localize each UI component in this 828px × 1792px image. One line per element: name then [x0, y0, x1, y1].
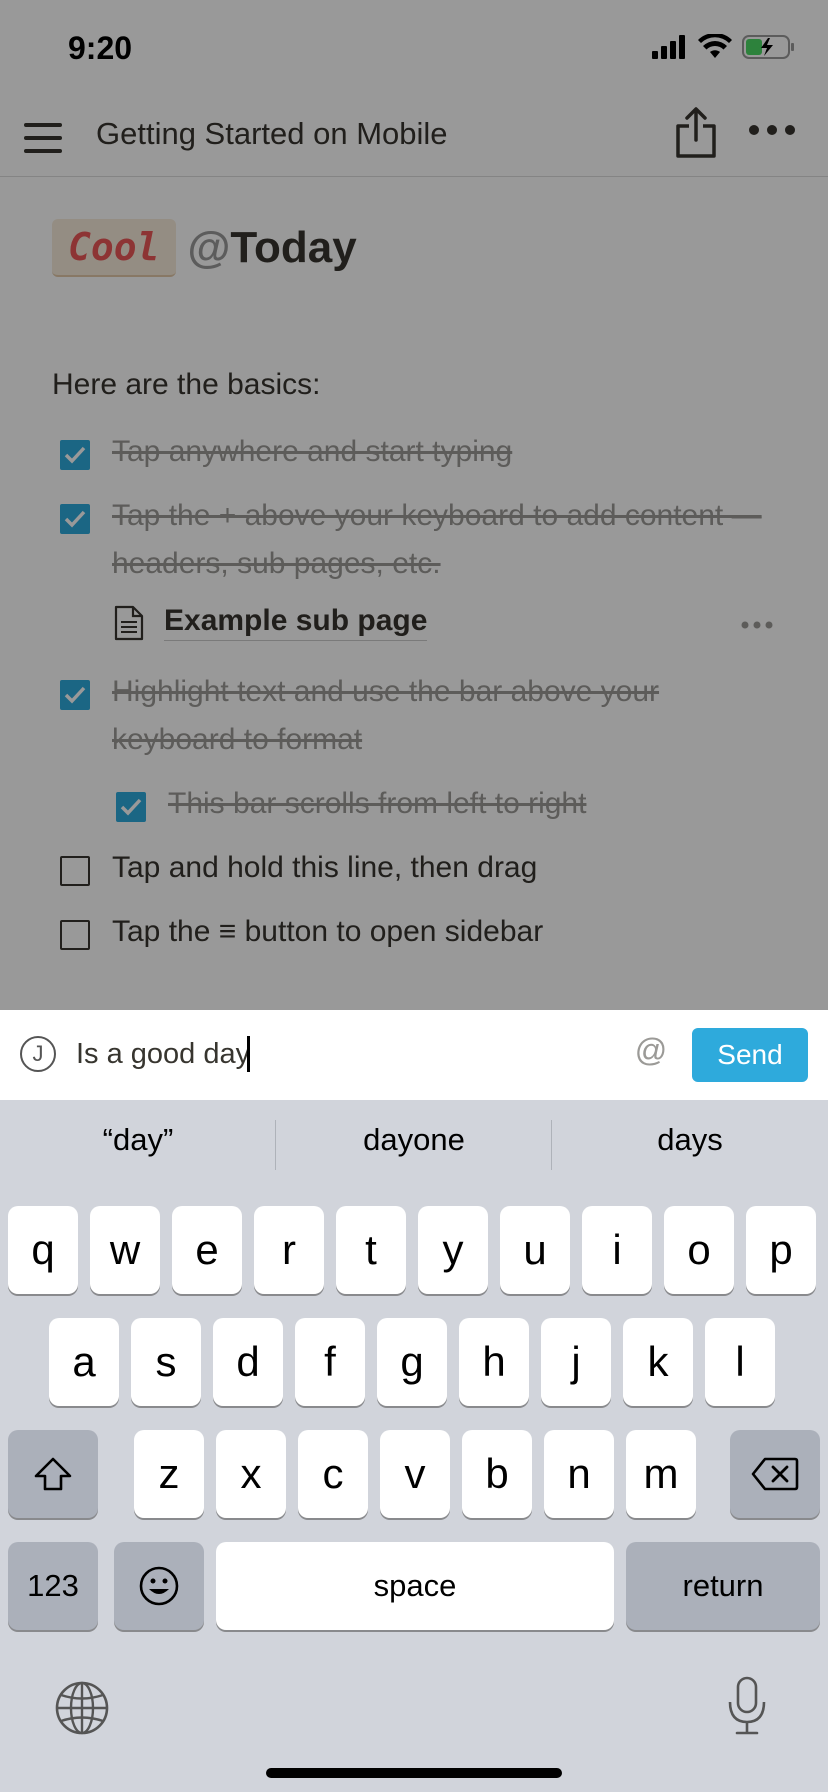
suggestion[interactable]: days: [552, 1122, 828, 1158]
more-icon[interactable]: [740, 620, 774, 630]
sub-page-label: Example sub page: [164, 604, 428, 641]
checkbox-check-icon: [120, 798, 142, 816]
todo-text: Tap the + above your keyboard to add con…: [112, 499, 762, 580]
key-f[interactable]: f: [295, 1318, 365, 1406]
todo-item[interactable]: This bar scrolls from left to right: [116, 787, 796, 828]
checkbox[interactable]: [60, 504, 90, 534]
key-d[interactable]: d: [213, 1318, 283, 1406]
checkbox[interactable]: [60, 920, 90, 950]
send-button[interactable]: Send: [692, 1028, 808, 1082]
date-mention[interactable]: @Today: [188, 223, 357, 273]
intro-text: Here are the basics:: [52, 368, 321, 401]
todo-item[interactable]: Tap and hold this line, then drag: [60, 851, 780, 892]
sub-page-link[interactable]: Example sub page: [114, 604, 774, 641]
todo-item[interactable]: Tap the ≡ button to open sidebar: [60, 915, 780, 956]
mention-button[interactable]: @: [634, 1032, 668, 1069]
key-r[interactable]: r: [254, 1206, 324, 1294]
keyboard: “day” dayone days q w e r t y u i o p a …: [0, 1100, 828, 1792]
page-icon: [114, 605, 144, 640]
suggestion[interactable]: “day”: [0, 1122, 276, 1158]
page-title[interactable]: Cool @Today: [52, 216, 357, 280]
todo-item[interactable]: Tap anywhere and start typing: [60, 435, 780, 476]
shift-key[interactable]: [8, 1430, 98, 1518]
todo-text: Tap anywhere and start typing: [112, 435, 513, 468]
avatar: J: [20, 1036, 56, 1072]
emoji-icon: [139, 1566, 179, 1606]
hamburger-glyph: ≡: [218, 915, 237, 948]
checkbox-check-icon: [64, 446, 86, 464]
status-bar: 9:20: [0, 0, 828, 100]
shift-icon: [34, 1457, 72, 1491]
globe-icon[interactable]: [54, 1680, 110, 1736]
key-m[interactable]: m: [626, 1430, 696, 1518]
suggestion[interactable]: dayone: [276, 1122, 552, 1158]
todo-text: This bar scrolls from left to right: [168, 787, 587, 820]
key-t[interactable]: t: [336, 1206, 406, 1294]
more-icon[interactable]: [748, 118, 796, 142]
space-key[interactable]: space: [216, 1542, 614, 1630]
comment-bar: J @ Send: [0, 1010, 828, 1100]
battery-icon: [742, 35, 794, 59]
todo-text: Tap and hold this line, then drag: [112, 851, 538, 884]
return-key[interactable]: return: [626, 1542, 820, 1630]
key-a[interactable]: a: [49, 1318, 119, 1406]
wifi-icon: [698, 34, 732, 58]
todo-text: Highlight text and use the bar above you…: [112, 675, 660, 756]
key-i[interactable]: i: [582, 1206, 652, 1294]
microphone-icon[interactable]: [726, 1676, 768, 1736]
key-z[interactable]: z: [134, 1430, 204, 1518]
key-j[interactable]: j: [541, 1318, 611, 1406]
key-n[interactable]: n: [544, 1430, 614, 1518]
key-w[interactable]: w: [90, 1206, 160, 1294]
status-time: 9:20: [68, 30, 133, 66]
backspace-icon: [751, 1457, 799, 1491]
numbers-key[interactable]: 123: [8, 1542, 98, 1630]
key-p[interactable]: p: [746, 1206, 816, 1294]
key-h[interactable]: h: [459, 1318, 529, 1406]
checkbox-check-icon: [64, 510, 86, 528]
comment-input[interactable]: [72, 1030, 620, 1078]
checkbox[interactable]: [116, 792, 146, 822]
key-e[interactable]: e: [172, 1206, 242, 1294]
emoji-key[interactable]: [114, 1542, 204, 1630]
checkbox[interactable]: [60, 856, 90, 886]
backspace-key[interactable]: [730, 1430, 820, 1518]
suggestion-bar: “day” dayone days: [0, 1100, 828, 1200]
page-title-nav: Getting Started on Mobile: [96, 116, 448, 151]
key-b[interactable]: b: [462, 1430, 532, 1518]
nav-bar: Getting Started on Mobile: [0, 100, 828, 177]
checkbox[interactable]: [60, 680, 90, 710]
share-icon[interactable]: [674, 106, 718, 158]
todo-item[interactable]: Tap the + above your keyboard to add con…: [60, 499, 780, 588]
text-caret: [247, 1036, 250, 1072]
key-g[interactable]: g: [377, 1318, 447, 1406]
key-k[interactable]: k: [623, 1318, 693, 1406]
title-code-chip: Cool: [52, 219, 176, 277]
checkbox-check-icon: [64, 686, 86, 704]
key-q[interactable]: q: [8, 1206, 78, 1294]
todo-item[interactable]: Highlight text and use the bar above you…: [60, 675, 780, 764]
status-icons: [652, 34, 796, 60]
menu-icon[interactable]: [24, 120, 64, 156]
key-l[interactable]: l: [705, 1318, 775, 1406]
home-indicator[interactable]: [266, 1768, 562, 1778]
key-x[interactable]: x: [216, 1430, 286, 1518]
checkbox[interactable]: [60, 440, 90, 470]
key-o[interactable]: o: [664, 1206, 734, 1294]
key-s[interactable]: s: [131, 1318, 201, 1406]
key-y[interactable]: y: [418, 1206, 488, 1294]
signal-icon: [652, 35, 685, 59]
todo-text: Tap the ≡ button to open sidebar: [112, 915, 544, 948]
key-c[interactable]: c: [298, 1430, 368, 1518]
key-u[interactable]: u: [500, 1206, 570, 1294]
key-v[interactable]: v: [380, 1430, 450, 1518]
